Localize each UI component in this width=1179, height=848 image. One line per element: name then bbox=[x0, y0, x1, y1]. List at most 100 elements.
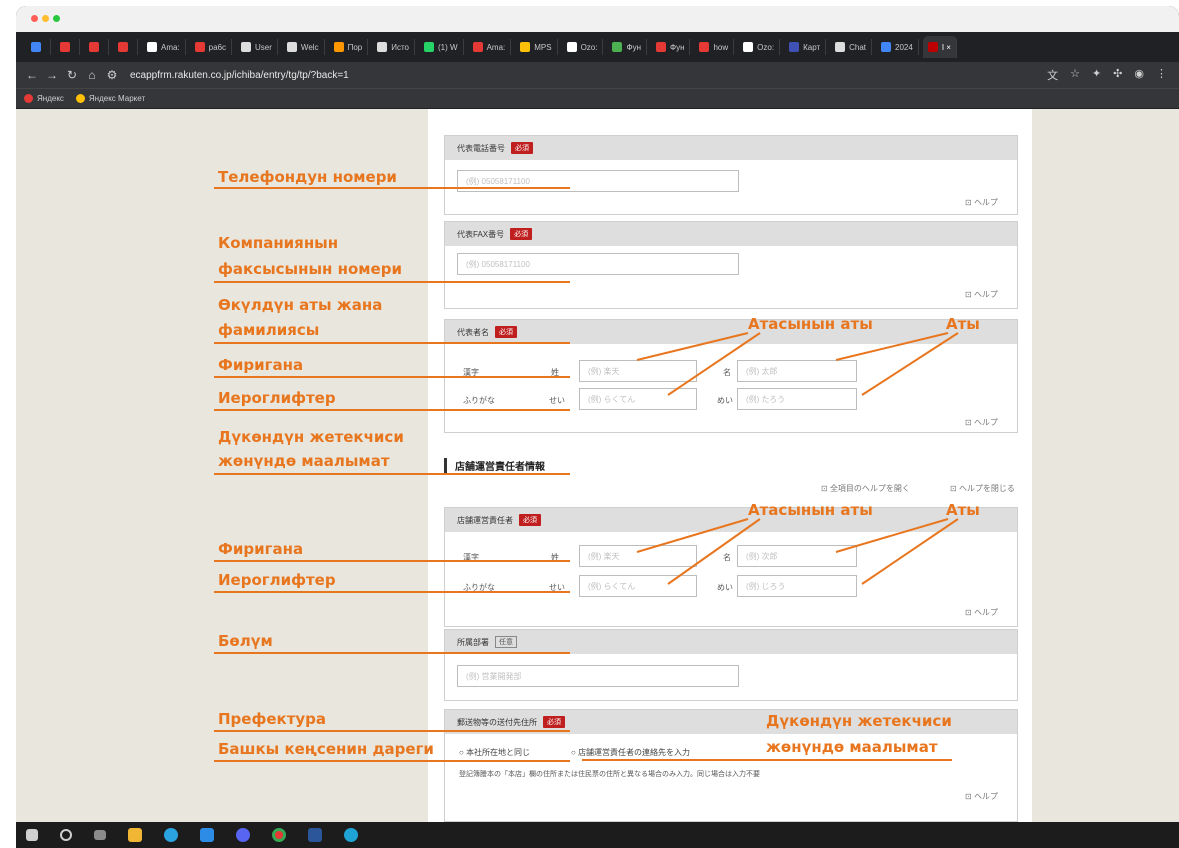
browser-tab[interactable] bbox=[26, 39, 51, 55]
tab-label: MPS bbox=[534, 42, 552, 52]
help-toggle[interactable]: ⊡ ヘルプ bbox=[965, 289, 998, 300]
browser-tab[interactable]: Пор bbox=[329, 39, 369, 55]
radio-same-as-hq[interactable]: ○ 本社所在地と同じ bbox=[459, 747, 530, 758]
required-badge: 必須 bbox=[495, 326, 517, 338]
telegram-icon[interactable] bbox=[164, 828, 178, 842]
help-toggle[interactable]: ⊡ ヘルプ bbox=[965, 197, 998, 208]
department-header: 所属部署 任意 bbox=[445, 629, 1017, 654]
tab-favicon-icon bbox=[377, 42, 388, 52]
bookmark-star-icon[interactable]: ☆ bbox=[1070, 67, 1080, 83]
browser-tab[interactable]: (1) W bbox=[419, 39, 464, 55]
tab-label: Ama: bbox=[161, 42, 180, 52]
browser-tab[interactable]: MPS bbox=[515, 39, 558, 55]
reload-icon[interactable]: ↻ bbox=[62, 68, 82, 82]
browser-tab[interactable]: Ozo: bbox=[738, 39, 781, 55]
representative-header: 代表者名 必須 bbox=[445, 319, 1017, 344]
mei-label: 名 bbox=[723, 368, 731, 377]
expand-all-help[interactable]: ⊡ 全項目のヘルプを開く bbox=[821, 483, 910, 494]
required-badge: 必須 bbox=[510, 228, 533, 240]
help-toggle[interactable]: ⊡ ヘルプ bbox=[965, 607, 998, 618]
browser-tab[interactable]: User bbox=[236, 39, 278, 55]
furigana-first-name-input[interactable]: (例) たろう bbox=[737, 388, 857, 410]
url-text[interactable]: ecappfrm.rakuten.co.jp/ichiba/entry/tg/t… bbox=[130, 70, 349, 81]
browser-tab[interactable]: Исто bbox=[372, 39, 415, 55]
kanji-first-name-input[interactable]: (例) 太郎 bbox=[737, 360, 857, 382]
browser-tab[interactable]: Ozo: bbox=[562, 39, 604, 55]
translate-icon[interactable]: 文 bbox=[1047, 67, 1058, 83]
tab-favicon-icon bbox=[194, 42, 205, 52]
puzzle-icon[interactable]: ✣ bbox=[1113, 67, 1122, 83]
browser-tab[interactable]: I × bbox=[922, 36, 957, 58]
minimize-window-dot[interactable] bbox=[42, 15, 49, 22]
browser-tab[interactable]: Chat bbox=[830, 39, 873, 55]
page-viewport: 代表電話番号 必須 (例) 05058171100 ⊡ ヘルプ 代表FAX番号 … bbox=[16, 109, 1179, 822]
chrome-icon[interactable] bbox=[272, 828, 286, 842]
close-window-dot[interactable] bbox=[31, 15, 38, 22]
manager-kanji-last-input[interactable]: (例) 楽天 bbox=[579, 545, 697, 567]
browser-tab[interactable]: how bbox=[694, 39, 735, 55]
collapse-all-help[interactable]: ⊡ ヘルプを閉じる bbox=[950, 483, 1015, 494]
tab-label: Chat bbox=[849, 42, 867, 52]
maximize-window-dot[interactable] bbox=[53, 15, 60, 22]
file-explorer-icon[interactable] bbox=[128, 828, 142, 842]
help-label: ヘルプ bbox=[973, 418, 998, 427]
home-icon[interactable]: ⌂ bbox=[82, 68, 102, 82]
browser-tab[interactable]: 2024 bbox=[876, 39, 919, 55]
task-view-icon[interactable] bbox=[94, 830, 106, 840]
edge-icon[interactable] bbox=[344, 828, 358, 842]
windows-start-icon[interactable] bbox=[26, 829, 38, 841]
forward-icon[interactable]: → bbox=[42, 68, 62, 82]
tab-label: Фун bbox=[626, 42, 641, 52]
tab-label: (1) W bbox=[438, 42, 458, 52]
menu-icon[interactable]: ⋮ bbox=[1156, 67, 1167, 83]
address-bar: ← → ↻ ⌂ ⚙ ecappfrm.rakuten.co.jp/ichiba/… bbox=[16, 62, 1179, 88]
required-badge: 必須 bbox=[543, 716, 565, 728]
tab-favicon-icon bbox=[612, 42, 623, 52]
manager-section: 店舗運営責任者 必須 漢字 姓 (例) 楽天 名 (例) 次郎 ふりがな せい … bbox=[444, 507, 1018, 627]
help-toggle[interactable]: ⊡ ヘルプ bbox=[965, 791, 998, 802]
browser-tab[interactable]: Фун bbox=[651, 39, 691, 55]
vscode-icon[interactable] bbox=[200, 828, 214, 842]
department-input[interactable]: (例) 営業開発部 bbox=[457, 665, 739, 687]
bookmark-yandex-market[interactable]: Яндекс Маркет bbox=[75, 94, 145, 103]
browser-tab[interactable]: Фун bbox=[607, 39, 647, 55]
phone-input[interactable]: (例) 05058171100 bbox=[457, 170, 739, 192]
tab-label: ра6с bbox=[208, 42, 227, 52]
furigana-last-name-input[interactable]: (例) らくてん bbox=[579, 388, 697, 410]
browser-tab[interactable] bbox=[84, 39, 109, 55]
expand-all-label: 全項目のヘルプを開く bbox=[829, 484, 910, 493]
browser-tab[interactable] bbox=[113, 39, 138, 55]
department-section: 所属部署 任意 (例) 営業開発部 bbox=[444, 629, 1018, 701]
back-icon[interactable]: ← bbox=[22, 68, 42, 82]
browser-tab[interactable]: ра6с bbox=[190, 39, 233, 55]
search-icon[interactable] bbox=[60, 829, 72, 841]
address-header: 郵送物等の送付先住所 必須 bbox=[445, 709, 1017, 734]
collapse-all-label: ヘルプを閉じる bbox=[958, 484, 1015, 493]
address-section: 郵送物等の送付先住所 必須 ○ 本社所在地と同じ ○ 店舗運営責任者の連絡先を入… bbox=[444, 709, 1018, 822]
radio-manager-contact[interactable]: ○ 店舗運営責任者の連絡先を入力 bbox=[571, 747, 690, 758]
kanji-last-name-input[interactable]: (例) 楽天 bbox=[579, 360, 697, 382]
browser-tab[interactable]: Карт bbox=[784, 39, 827, 55]
help-toggle[interactable]: ⊡ ヘルプ bbox=[965, 417, 998, 428]
manager-furigana-last-input[interactable]: (例) らくてん bbox=[579, 575, 697, 597]
tab-favicon-icon bbox=[241, 42, 252, 52]
manager-kanji-first-input[interactable]: (例) 次郎 bbox=[737, 545, 857, 567]
browser-tab[interactable]: Ama: bbox=[142, 39, 186, 55]
browser-tab[interactable] bbox=[55, 39, 80, 55]
mei-label: 名 bbox=[723, 553, 731, 562]
yandex-market-icon bbox=[75, 94, 85, 103]
bookmark-yandex[interactable]: Яндекс bbox=[24, 94, 64, 103]
browser-window: Ama: ра6с User Welc Пор Исто (1) W Ama: MPS Ozo: Ф… bbox=[16, 6, 1179, 848]
site-settings-icon[interactable]: ⚙ bbox=[102, 68, 122, 82]
fax-input[interactable]: (例) 05058171100 bbox=[457, 253, 739, 275]
tab-label: Карт bbox=[803, 42, 821, 52]
word-icon[interactable] bbox=[308, 828, 322, 842]
section-title: 代表FAX番号 bbox=[457, 229, 505, 239]
profile-icon[interactable]: ◉ bbox=[1134, 67, 1144, 83]
discord-icon[interactable] bbox=[236, 828, 250, 842]
browser-tab[interactable]: Welc bbox=[282, 39, 325, 55]
address-note: 登記簿謄本の「本店」欄の住所または住民票の住所と異なる場合のみ入力。同じ場合は入… bbox=[459, 771, 760, 778]
manager-furigana-first-input[interactable]: (例) じろう bbox=[737, 575, 857, 597]
browser-tab[interactable]: Ama: bbox=[468, 39, 512, 55]
extension-icon[interactable]: ✦ bbox=[1092, 67, 1101, 83]
